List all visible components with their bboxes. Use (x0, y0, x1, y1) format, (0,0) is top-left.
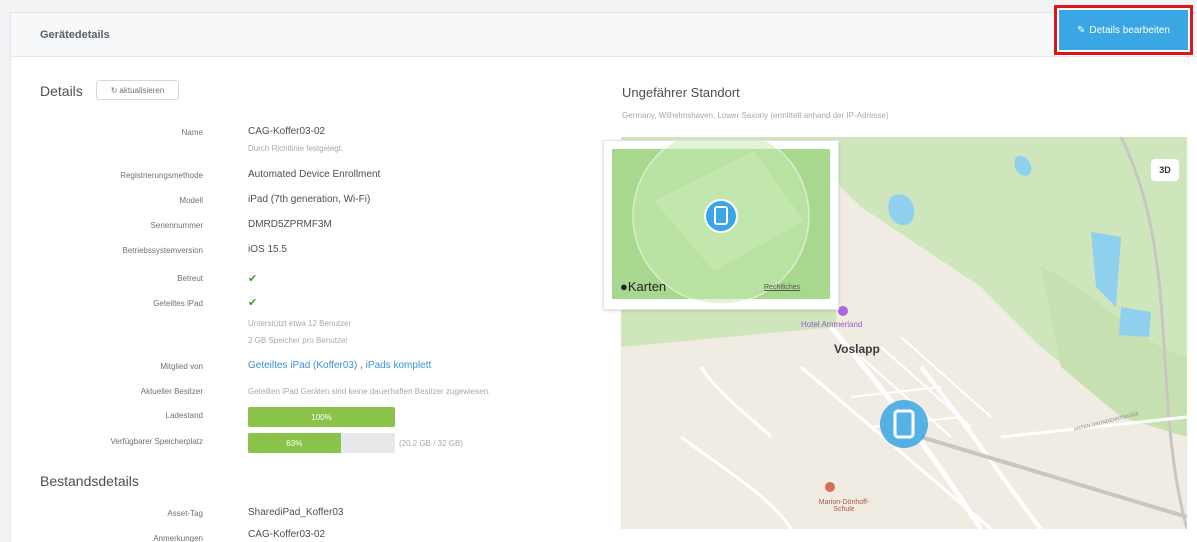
storage-percent: 63% (286, 438, 303, 448)
location-title: Ungefährer Standort (622, 85, 740, 100)
battery-bar: 100% (248, 407, 395, 427)
shared-ipad-label: Geteiltes iPad (153, 299, 203, 308)
group-link-ipads-komplett[interactable]: iPads komplett (366, 360, 432, 371)
battery-label: Ladestand (165, 411, 203, 420)
owner-value: Geteilten iPad Geräten sind keine dauerh… (248, 387, 491, 396)
storage-label: Verfügbarer Speicherplatz (110, 437, 204, 446)
member-separator: , (357, 360, 366, 371)
storage-bar-fill: 63% (248, 433, 341, 453)
location-subtitle: Germany, Wilhelmshaven, Lower Saxony (er… (622, 111, 889, 120)
shared-ipad-storage-note: 2 GB Speicher pro Benutzer (248, 336, 349, 345)
map-label-school: Marion-Dönhoff-Schule (818, 499, 870, 513)
legal-link[interactable]: Rechtliches (764, 284, 800, 291)
model-value: iPad (7th generation, Wi-Fi) (248, 194, 371, 205)
enrollment-value: Automated Device Enrollment (248, 169, 381, 180)
refresh-icon: ↻ (110, 85, 118, 95)
member-of-value: Geteiltes iPad (Koffer03) , iPads komple… (248, 360, 431, 371)
shared-ipad-users-note: Unterstützt etwa 12 Benutzer (248, 319, 352, 328)
map-3d-toggle-button[interactable]: 3D (1151, 159, 1179, 181)
map-label-district: Voslapp (834, 342, 880, 356)
map-3d-label: 3D (1159, 165, 1171, 175)
supervised-label: Betreut (177, 274, 203, 283)
name-note: Durch Richtlinie festgelegt. (248, 144, 344, 153)
refresh-label: aktualisieren (119, 85, 165, 95)
storage-size-text: (20.2 GB / 32 GB) (399, 439, 464, 448)
battery-bar-fill: 100% (248, 407, 395, 427)
maps-brand-label: Karten (627, 279, 667, 294)
shared-ipad-check-icon: ✔ (248, 297, 258, 309)
owner-label: Aktueller Besitzer (140, 387, 203, 396)
edit-details-label: Details bearbeiten (1089, 24, 1170, 36)
map-label-hotel: Hotel Ammerland (801, 320, 863, 329)
name-label: Name (181, 128, 203, 137)
refresh-button[interactable]: ↻ aktualisieren (96, 80, 179, 100)
edit-details-highlight: ✎ Details bearbeiten (1054, 5, 1193, 55)
serial-value: DMRD5ZPRMF3M (248, 219, 332, 230)
details-title: Details (40, 83, 83, 99)
supervised-check-icon: ✔ (248, 273, 258, 285)
os-version-label: Betriebssystemversion (122, 246, 203, 255)
group-link-shared-ipad[interactable]: Geteiltes iPad (Koffer03) (248, 360, 357, 371)
member-of-label: Mitglied von (160, 362, 203, 371)
model-label: Modell (179, 196, 203, 205)
serial-label: Seriennummer (150, 221, 203, 230)
edit-details-button[interactable]: ✎ Details bearbeiten (1059, 10, 1188, 50)
map-inset[interactable]: ●Karten Rechtliches (603, 140, 839, 310)
panel-header: Gerätedetails (11, 13, 1197, 57)
asset-details-title: Bestandsdetails (40, 473, 139, 489)
storage-bar: 63% (248, 433, 395, 453)
asset-tag-label: Asset-Tag (167, 509, 203, 518)
notes-value: CAG-Koffer03-02 (248, 529, 326, 540)
apple-logo-icon: ● (620, 279, 628, 294)
panel-title: Gerätedetails (40, 29, 110, 41)
os-version-value: iOS 15.5 (248, 244, 287, 255)
pencil-icon: ✎ (1077, 24, 1086, 36)
battery-percent: 100% (311, 412, 332, 422)
asset-tag-value: SharediPad_Koffer03 (248, 507, 344, 518)
enrollment-label: Registrierungsmethode (120, 171, 203, 180)
apple-maps-brand: ●Karten (620, 279, 666, 294)
name-value: CAG-Koffer03-02 (248, 126, 326, 137)
